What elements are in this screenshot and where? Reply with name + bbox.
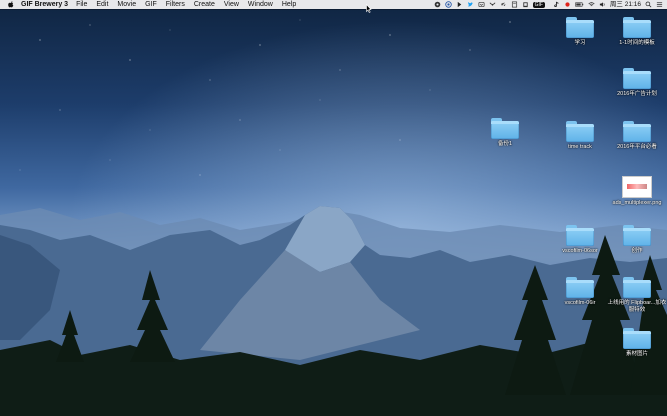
desktop-item-label: vscofilm-06sor <box>562 248 598 254</box>
desktop-item-label: 备份1 <box>497 141 513 147</box>
apple-icon[interactable] <box>7 1 15 8</box>
tiktok-icon[interactable] <box>553 1 560 8</box>
desktop-folder-item[interactable]: time track <box>550 121 610 151</box>
folder-icon <box>566 277 594 298</box>
desktop-item-label: 创作 <box>631 248 643 254</box>
link-icon[interactable] <box>500 1 507 8</box>
volume-icon[interactable] <box>599 1 606 8</box>
folder-icon <box>623 328 651 349</box>
image-thumbnail-icon <box>622 176 652 198</box>
gif-badge[interactable]: GIF <box>532 1 549 8</box>
clipboard-icon[interactable] <box>522 1 529 8</box>
status-icon-3[interactable] <box>456 1 463 8</box>
desktop-item-label: 2016年广告计划 <box>617 91 657 97</box>
twitter-icon[interactable] <box>467 1 474 8</box>
menu-view[interactable]: View <box>224 0 239 9</box>
folder-icon <box>623 68 651 89</box>
desktop-folder-item[interactable]: 创作 <box>607 225 667 255</box>
desktop-folder-item[interactable]: vscofilm-06sor <box>550 225 610 255</box>
desktop-item-label: time track <box>568 144 592 150</box>
desktop-image-item[interactable]: ads_multiplexer.png <box>607 176 667 207</box>
menu-bar: GIF Brewery 3 File Edit Movie GIF Filter… <box>0 0 667 9</box>
menu-filters[interactable]: Filters <box>166 0 185 9</box>
status-icon-1[interactable] <box>434 1 441 8</box>
status-area: GIF 周三 21:16 <box>434 0 667 9</box>
folder-icon <box>623 17 651 38</box>
folder-icon <box>566 225 594 246</box>
menu-gif[interactable]: GIF <box>145 0 157 9</box>
wifi-icon[interactable] <box>588 1 595 8</box>
battery-icon[interactable] <box>575 1 584 8</box>
desktop-item-label: ads_multiplexer.png <box>612 200 662 206</box>
desktop-folder-item[interactable]: 学习 <box>550 17 610 47</box>
record-icon[interactable] <box>564 1 571 8</box>
desktop-folder-item[interactable]: 备份1 <box>475 118 535 148</box>
menu-create[interactable]: Create <box>194 0 215 9</box>
menu-window[interactable]: Window <box>248 0 273 9</box>
status-icon-2[interactable] <box>444 1 452 8</box>
status-icon-5[interactable] <box>511 1 518 8</box>
menu-help[interactable]: Help <box>282 0 296 9</box>
desktop-folder-item[interactable]: 2016年广告计划 <box>607 68 667 98</box>
desktop-item-label: 上线用的 Flipboar...加衣服特效 <box>607 300 667 313</box>
folder-icon <box>623 225 651 246</box>
status-icon-4[interactable] <box>478 1 485 8</box>
spotlight-icon[interactable] <box>645 1 652 8</box>
menubar-clock[interactable]: 周三 21:16 <box>610 0 641 9</box>
menu-file[interactable]: File <box>76 0 87 9</box>
folder-icon <box>491 118 519 139</box>
desktop-item-label: vscofilm-06ir <box>564 300 596 306</box>
desktop-item-label: 2016年平台必看 <box>617 144 657 150</box>
folder-icon <box>623 121 651 142</box>
menu-app-name[interactable]: GIF Brewery 3 <box>21 0 68 9</box>
menu-movie[interactable]: Movie <box>117 0 136 9</box>
menu-edit[interactable]: Edit <box>96 0 108 9</box>
desktop-wallpaper <box>0 0 667 416</box>
desktop-item-label: 素材图片 <box>625 351 648 357</box>
desktop-item-label: 学习 <box>574 40 586 46</box>
folder-icon <box>566 17 594 38</box>
desktop-folder-item[interactable]: 1-1时间的模板 <box>607 17 667 47</box>
notification-center-icon[interactable] <box>656 1 663 8</box>
desktop-folder-item[interactable]: 2016年平台必看 <box>607 121 667 151</box>
folder-icon <box>623 277 651 298</box>
wifi-signal-icon[interactable] <box>489 1 496 8</box>
desktop-item-label: 1-1时间的模板 <box>619 40 655 46</box>
desktop-folder-item[interactable]: 上线用的 Flipboar...加衣服特效 <box>607 277 667 313</box>
folder-icon <box>566 121 594 142</box>
desktop-folder-item[interactable]: vscofilm-06ir <box>550 277 610 307</box>
desktop-folder-item[interactable]: 素材图片 <box>607 328 667 358</box>
mouse-pointer-icon <box>366 4 372 13</box>
